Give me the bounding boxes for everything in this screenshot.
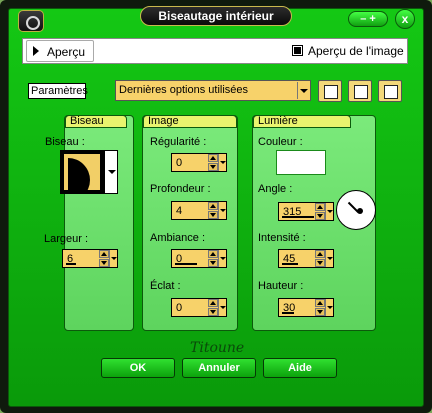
decrement-icon[interactable]	[99, 259, 109, 267]
params-select[interactable]: Dernières options utilisées	[115, 80, 311, 101]
chevron-down-icon[interactable]	[218, 154, 226, 171]
depth-label: Profondeur :	[150, 183, 211, 195]
watermark-signature: Titoune	[190, 340, 245, 356]
decrement-icon[interactable]	[315, 212, 325, 220]
image-preview-checkbox[interactable]	[292, 45, 303, 56]
height-level-bar	[282, 312, 294, 314]
increment-icon[interactable]	[315, 203, 325, 211]
decrement-icon[interactable]	[315, 259, 325, 267]
height-spinner[interactable]: 30	[278, 298, 334, 317]
decrement-icon[interactable]	[208, 259, 218, 267]
bevel-shape-picker[interactable]	[60, 150, 104, 194]
randomize-button[interactable]	[348, 80, 372, 102]
regularity-label: Régularité :	[150, 136, 207, 148]
cancel-button[interactable]: Annuler	[182, 358, 256, 378]
reset-button[interactable]	[378, 80, 402, 102]
app-icon[interactable]	[18, 10, 44, 32]
shine-label: Éclat :	[150, 280, 181, 292]
color-label: Couleur :	[258, 136, 303, 148]
chevron-down-icon[interactable]	[325, 250, 333, 267]
regularity-value: 0	[176, 157, 183, 169]
shine-value: 0	[176, 302, 183, 314]
angle-dial-knob[interactable]	[357, 208, 363, 214]
expand-arrow-icon	[33, 46, 39, 56]
chevron-down-icon[interactable]	[218, 299, 226, 316]
width-spinner[interactable]: 6	[62, 249, 118, 268]
chevron-down-icon[interactable]	[218, 250, 226, 267]
angle-dial[interactable]	[336, 190, 376, 230]
params-label: Paramètres	[28, 83, 88, 99]
increment-icon[interactable]	[208, 154, 218, 162]
window-title: Biseautage intérieur	[140, 6, 292, 26]
chevron-down-icon[interactable]	[297, 82, 309, 99]
increment-icon[interactable]	[315, 299, 325, 307]
decrement-icon[interactable]	[208, 211, 218, 219]
depth-spinner[interactable]: 4	[171, 201, 227, 220]
increment-icon[interactable]	[208, 250, 218, 258]
depth-value: 4	[176, 205, 183, 217]
image-preview-label: Aperçu de l'image	[308, 44, 404, 58]
chevron-down-icon[interactable]	[325, 299, 333, 316]
angle-label: Angle :	[258, 183, 293, 195]
angle-level-bar	[282, 216, 314, 218]
group-title-image: Image	[143, 115, 237, 128]
ambience-label: Ambiance :	[150, 232, 206, 244]
ambience-spinner[interactable]: 0	[171, 249, 227, 268]
intensity-spinner[interactable]: 45	[278, 249, 334, 268]
intensity-level-bar	[282, 263, 298, 265]
chevron-down-icon[interactable]	[109, 250, 117, 267]
ok-button[interactable]: OK	[101, 358, 175, 378]
group-title-lumiere: Lumière	[253, 115, 351, 128]
bevel-dropdown-button[interactable]	[104, 150, 118, 194]
bevel-shape-icon	[64, 154, 100, 190]
light-color-swatch[interactable]	[276, 150, 326, 175]
shine-spinner[interactable]: 0	[171, 298, 227, 317]
width-label: Largeur :	[44, 233, 89, 245]
params-selected-value: Dernières options utilisées	[119, 84, 249, 96]
angle-spinner[interactable]: 315	[278, 202, 334, 221]
height-label: Hauteur :	[258, 280, 304, 292]
increment-icon[interactable]	[315, 250, 325, 258]
preview-toggle-tab[interactable]: Aperçu	[26, 40, 94, 62]
close-button[interactable]: x	[395, 9, 415, 29]
chevron-down-icon[interactable]	[325, 203, 333, 220]
help-button[interactable]: Aide	[263, 358, 337, 378]
intensity-label: Intensité :	[258, 232, 306, 244]
group-title-biseau: Biseau	[65, 115, 127, 128]
decrement-icon[interactable]	[315, 308, 325, 316]
regularity-spinner[interactable]: 0	[171, 153, 227, 172]
increment-icon[interactable]	[99, 250, 109, 258]
minimize-button[interactable]: – +	[348, 11, 388, 27]
width-level-bar	[66, 263, 76, 265]
increment-icon[interactable]	[208, 202, 218, 210]
bevel-label: Biseau :	[45, 136, 85, 148]
decrement-icon[interactable]	[208, 163, 218, 171]
decrement-icon[interactable]	[208, 308, 218, 316]
increment-icon[interactable]	[208, 299, 218, 307]
preview-tab-label: Aperçu	[47, 45, 86, 59]
chevron-down-icon[interactable]	[218, 202, 226, 219]
save-preset-button[interactable]	[318, 80, 342, 102]
ambience-level-bar	[175, 263, 197, 265]
